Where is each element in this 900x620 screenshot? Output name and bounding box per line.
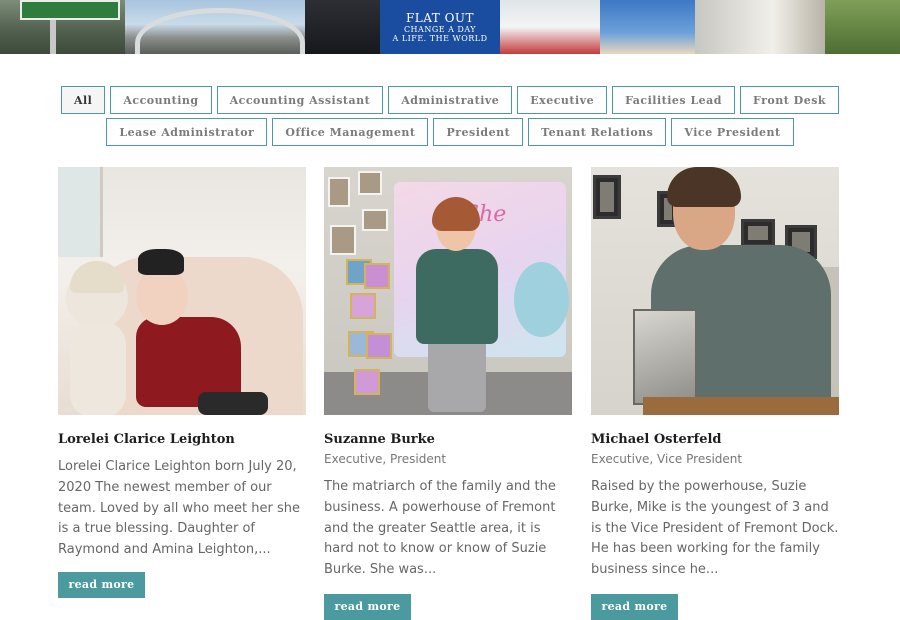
- filter-office-management-button[interactable]: Office Management: [272, 118, 429, 146]
- filter-tenant-relations-button[interactable]: Tenant Relations: [528, 118, 667, 146]
- team-member-roles: Executive, President: [324, 452, 447, 466]
- filter-lease-administrator-button[interactable]: Lease Administrator: [106, 118, 268, 146]
- filter-accounting-assistant-button[interactable]: Accounting Assistant: [216, 86, 384, 114]
- poster-line: A LIFE. THE WORLD: [392, 33, 488, 43]
- read-more-button[interactable]: read more: [324, 593, 411, 620]
- banner-photo-trees: [825, 0, 900, 54]
- read-more-button[interactable]: read more: [58, 571, 145, 598]
- team-member-photo[interactable]: [58, 167, 306, 415]
- banner-photo-poster: FLAT OUT CHANGE A DAY A LIFE. THE WORLD: [380, 0, 500, 54]
- filter-front-desk-button[interactable]: Front Desk: [740, 86, 840, 114]
- team-card: Michael Osterfeld Executive, Vice Presid…: [591, 167, 839, 620]
- banner-photo-street-sign: [0, 0, 125, 54]
- filter-vice-president-button[interactable]: Vice President: [671, 118, 794, 146]
- team-member-bio: The matriarch of the family and the busi…: [324, 479, 556, 578]
- filter-row-1: All Accounting Accounting Assistant Admi…: [60, 86, 840, 114]
- team-member-bio: Raised by the powerhouse, Suzie Burke, M…: [591, 479, 839, 578]
- team-member-name[interactable]: Suzanne Burke: [324, 432, 572, 448]
- street-sign: [20, 0, 120, 20]
- banner-photo-runners: [500, 0, 600, 54]
- banner-photo-bridge: [125, 0, 305, 54]
- filter-facilities-lead-button[interactable]: Facilities Lead: [612, 86, 735, 114]
- read-more-button[interactable]: read more: [591, 593, 678, 620]
- team-member-photo[interactable]: She: [324, 167, 572, 415]
- letter-blocks: [342, 259, 392, 404]
- banner-photo-house: [695, 0, 825, 54]
- team-filter-bar: All Accounting Accounting Assistant Admi…: [0, 86, 900, 146]
- team-card: She Suzanne Burke Executive, President T…: [324, 167, 572, 620]
- poster-line: CHANGE A DAY: [403, 24, 477, 34]
- team-member-name[interactable]: Lorelei Clarice Leighton: [58, 432, 306, 448]
- team-member-photo[interactable]: [591, 167, 839, 415]
- team-card: Lorelei Clarice Leighton Lorelei Clarice…: [58, 167, 306, 598]
- banner-photo-sky: [600, 0, 695, 54]
- team-member-roles: Executive, Vice President: [591, 452, 743, 466]
- team-member-bio: Lorelei Clarice Leighton born July 20, 2…: [58, 459, 301, 558]
- teddy-bear: [66, 261, 128, 415]
- banner-photo-building: [305, 0, 380, 54]
- filter-accounting-button[interactable]: Accounting: [110, 86, 212, 114]
- header-photo-banner: FLAT OUT CHANGE A DAY A LIFE. THE WORLD: [0, 0, 900, 54]
- bridge-arch: [135, 8, 305, 54]
- filter-administrative-button[interactable]: Administrative: [388, 86, 513, 114]
- filter-president-button[interactable]: President: [433, 118, 524, 146]
- award-plaque: [633, 309, 697, 405]
- filter-all-button[interactable]: All: [60, 86, 106, 114]
- poster-line: FLAT OUT: [405, 10, 475, 25]
- filter-executive-button[interactable]: Executive: [517, 86, 608, 114]
- team-member-name[interactable]: Michael Osterfeld: [591, 432, 839, 448]
- filter-row-2: Lease Administrator Office Management Pr…: [106, 118, 794, 146]
